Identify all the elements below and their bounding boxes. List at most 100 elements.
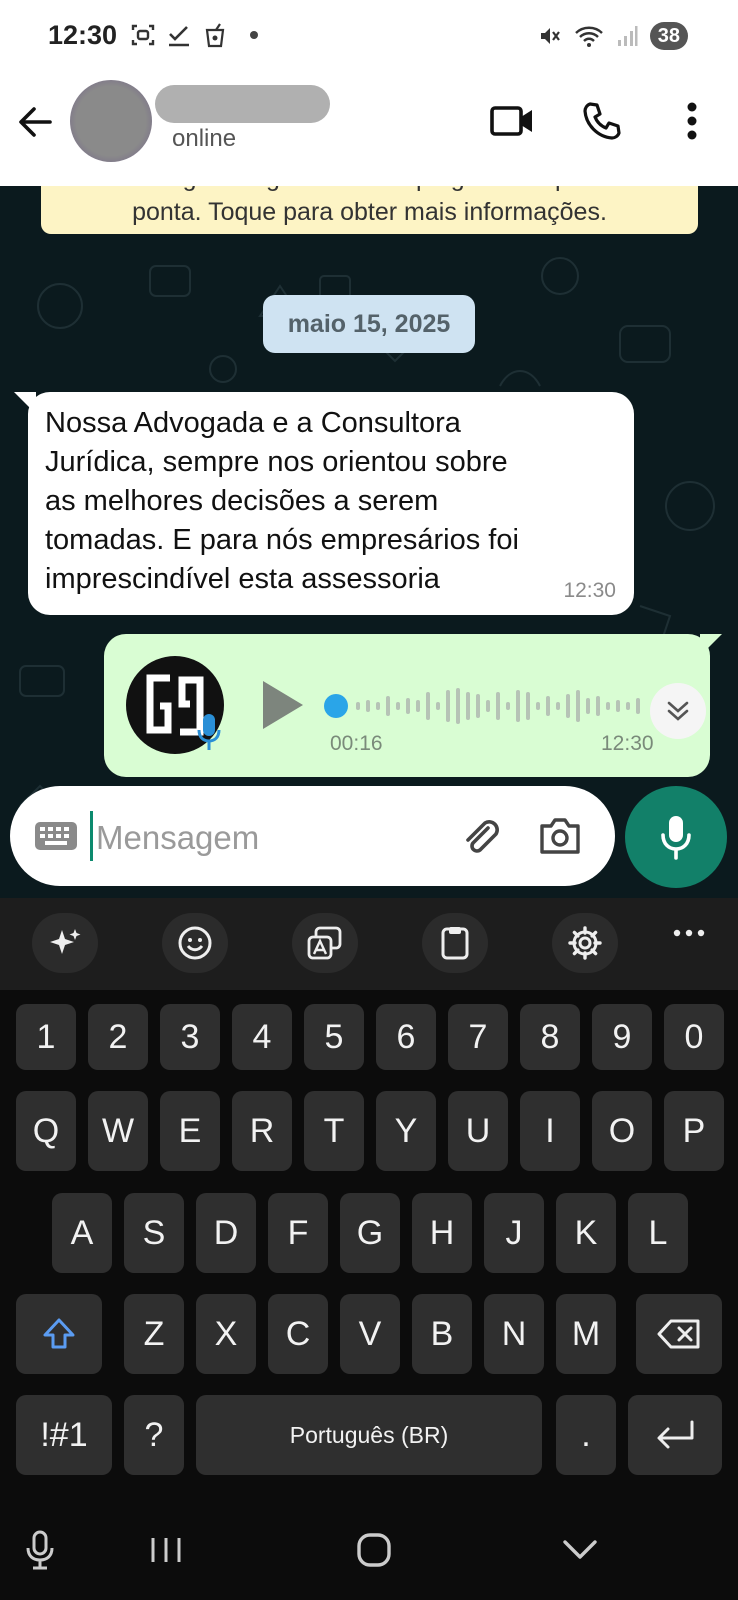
chat-header: online bbox=[0, 75, 738, 186]
key-x[interactable]: X bbox=[196, 1294, 256, 1374]
camera-icon[interactable] bbox=[538, 816, 582, 856]
recents-icon bbox=[151, 1538, 181, 1562]
incoming-message[interactable]: Nossa Advogada e a Consultora Jurídica, … bbox=[28, 392, 634, 615]
key-z[interactable]: Z bbox=[124, 1294, 184, 1374]
key-a[interactable]: A bbox=[52, 1193, 112, 1273]
key-2[interactable]: 2 bbox=[88, 1004, 148, 1070]
more-horizontal-icon[interactable] bbox=[672, 928, 706, 938]
notification-icons bbox=[130, 22, 258, 48]
chevron-down-icon bbox=[563, 1540, 597, 1559]
key-y[interactable]: Y bbox=[376, 1091, 436, 1171]
system-icons: 38 bbox=[538, 22, 688, 50]
key-j[interactable]: J bbox=[484, 1193, 544, 1273]
back-button[interactable] bbox=[14, 100, 58, 144]
contact-avatar[interactable] bbox=[70, 80, 152, 162]
key-u[interactable]: U bbox=[448, 1091, 508, 1171]
key-o[interactable]: O bbox=[592, 1091, 652, 1171]
message-input[interactable] bbox=[96, 816, 416, 860]
voice-message-time: 12:30 bbox=[601, 732, 654, 755]
key-0[interactable]: 0 bbox=[664, 1004, 724, 1070]
key-s[interactable]: S bbox=[124, 1193, 184, 1273]
voice-record-button[interactable] bbox=[625, 786, 727, 888]
waveform-icon[interactable] bbox=[322, 684, 652, 728]
key-8[interactable]: 8 bbox=[520, 1004, 580, 1070]
key-r[interactable]: R bbox=[232, 1091, 292, 1171]
microphone-icon bbox=[26, 1530, 54, 1570]
video-camera-icon bbox=[490, 106, 532, 136]
contact-name[interactable] bbox=[155, 85, 330, 123]
recent-apps-button[interactable] bbox=[136, 1520, 196, 1580]
enter-icon bbox=[657, 1420, 694, 1449]
key-7[interactable]: 7 bbox=[448, 1004, 508, 1070]
voice-input-button[interactable] bbox=[10, 1520, 70, 1580]
message-line: as melhores decisões a serem bbox=[45, 485, 439, 517]
contact-status: online bbox=[172, 125, 237, 152]
keyboard-settings-button[interactable] bbox=[552, 913, 618, 973]
period-key[interactable]: . bbox=[556, 1395, 616, 1475]
encryption-notice-line2: ponta. Toque para obter mais informações… bbox=[132, 198, 607, 226]
smiley-icon bbox=[178, 926, 212, 960]
paperclip-icon[interactable] bbox=[458, 814, 502, 858]
key-v[interactable]: V bbox=[340, 1294, 400, 1374]
backspace-icon bbox=[657, 1319, 700, 1349]
home-button[interactable] bbox=[344, 1520, 404, 1580]
key-4[interactable]: 4 bbox=[232, 1004, 292, 1070]
more-options-button[interactable] bbox=[668, 97, 716, 145]
key-n[interactable]: N bbox=[484, 1294, 544, 1374]
key-q[interactable]: Q bbox=[16, 1091, 76, 1171]
question-key[interactable]: ? bbox=[124, 1395, 184, 1475]
screenshot-icon bbox=[131, 24, 155, 46]
key-e[interactable]: E bbox=[160, 1091, 220, 1171]
key-f[interactable]: F bbox=[268, 1193, 328, 1273]
key-1[interactable]: 1 bbox=[16, 1004, 76, 1070]
key-t[interactable]: T bbox=[304, 1091, 364, 1171]
keyboard-toolbar bbox=[0, 898, 738, 990]
key-h[interactable]: H bbox=[412, 1193, 472, 1273]
outgoing-voice-message[interactable]: 00:16 12:30 bbox=[104, 634, 710, 777]
video-call-button[interactable] bbox=[488, 97, 536, 145]
key-p[interactable]: P bbox=[664, 1091, 724, 1171]
clipboard-icon bbox=[441, 927, 469, 960]
emoji-button[interactable] bbox=[162, 913, 228, 973]
clipboard-button[interactable] bbox=[422, 913, 488, 973]
enter-key[interactable] bbox=[628, 1395, 722, 1475]
chat-area[interactable]: estão agora seguras com criptografia de … bbox=[0, 186, 738, 898]
symbols-key[interactable]: !#1 bbox=[16, 1395, 112, 1475]
encryption-notice[interactable]: estão agora seguras com criptografia de … bbox=[41, 186, 698, 234]
key-m[interactable]: M bbox=[556, 1294, 616, 1374]
space-key[interactable]: Português (BR) bbox=[196, 1395, 542, 1475]
phone-icon bbox=[583, 102, 621, 140]
ai-tools-button[interactable] bbox=[32, 913, 98, 973]
gear-icon bbox=[568, 926, 602, 960]
voice-call-button[interactable] bbox=[578, 97, 626, 145]
translate-button[interactable] bbox=[292, 913, 358, 973]
wifi-icon bbox=[574, 26, 603, 47]
key-3[interactable]: 3 bbox=[160, 1004, 220, 1070]
key-i[interactable]: I bbox=[520, 1091, 580, 1171]
play-icon[interactable] bbox=[259, 679, 305, 731]
status-bar: 12:30 38 bbox=[0, 0, 738, 75]
key-l[interactable]: L bbox=[628, 1193, 688, 1273]
key-b[interactable]: B bbox=[412, 1294, 472, 1374]
more-vertical-icon bbox=[687, 102, 697, 140]
message-line: imprescindível esta assessoria bbox=[45, 563, 440, 595]
scroll-to-bottom-button[interactable] bbox=[650, 683, 706, 739]
voice-duration: 00:16 bbox=[330, 732, 383, 755]
keyboard-icon[interactable] bbox=[34, 821, 78, 851]
backspace-key[interactable] bbox=[636, 1294, 722, 1374]
key-6[interactable]: 6 bbox=[376, 1004, 436, 1070]
arrow-left-icon bbox=[19, 107, 52, 137]
sparkle-icon bbox=[50, 929, 81, 954]
more-notifications-dot bbox=[250, 31, 258, 39]
key-d[interactable]: D bbox=[196, 1193, 256, 1273]
key-g[interactable]: G bbox=[340, 1193, 400, 1273]
microphone-icon bbox=[197, 714, 221, 750]
key-c[interactable]: C bbox=[268, 1294, 328, 1374]
hide-keyboard-button[interactable] bbox=[550, 1520, 610, 1580]
shift-key[interactable] bbox=[16, 1294, 102, 1374]
key-5[interactable]: 5 bbox=[304, 1004, 364, 1070]
key-9[interactable]: 9 bbox=[592, 1004, 652, 1070]
key-w[interactable]: W bbox=[88, 1091, 148, 1171]
system-nav-bar bbox=[0, 1500, 738, 1600]
key-k[interactable]: K bbox=[556, 1193, 616, 1273]
